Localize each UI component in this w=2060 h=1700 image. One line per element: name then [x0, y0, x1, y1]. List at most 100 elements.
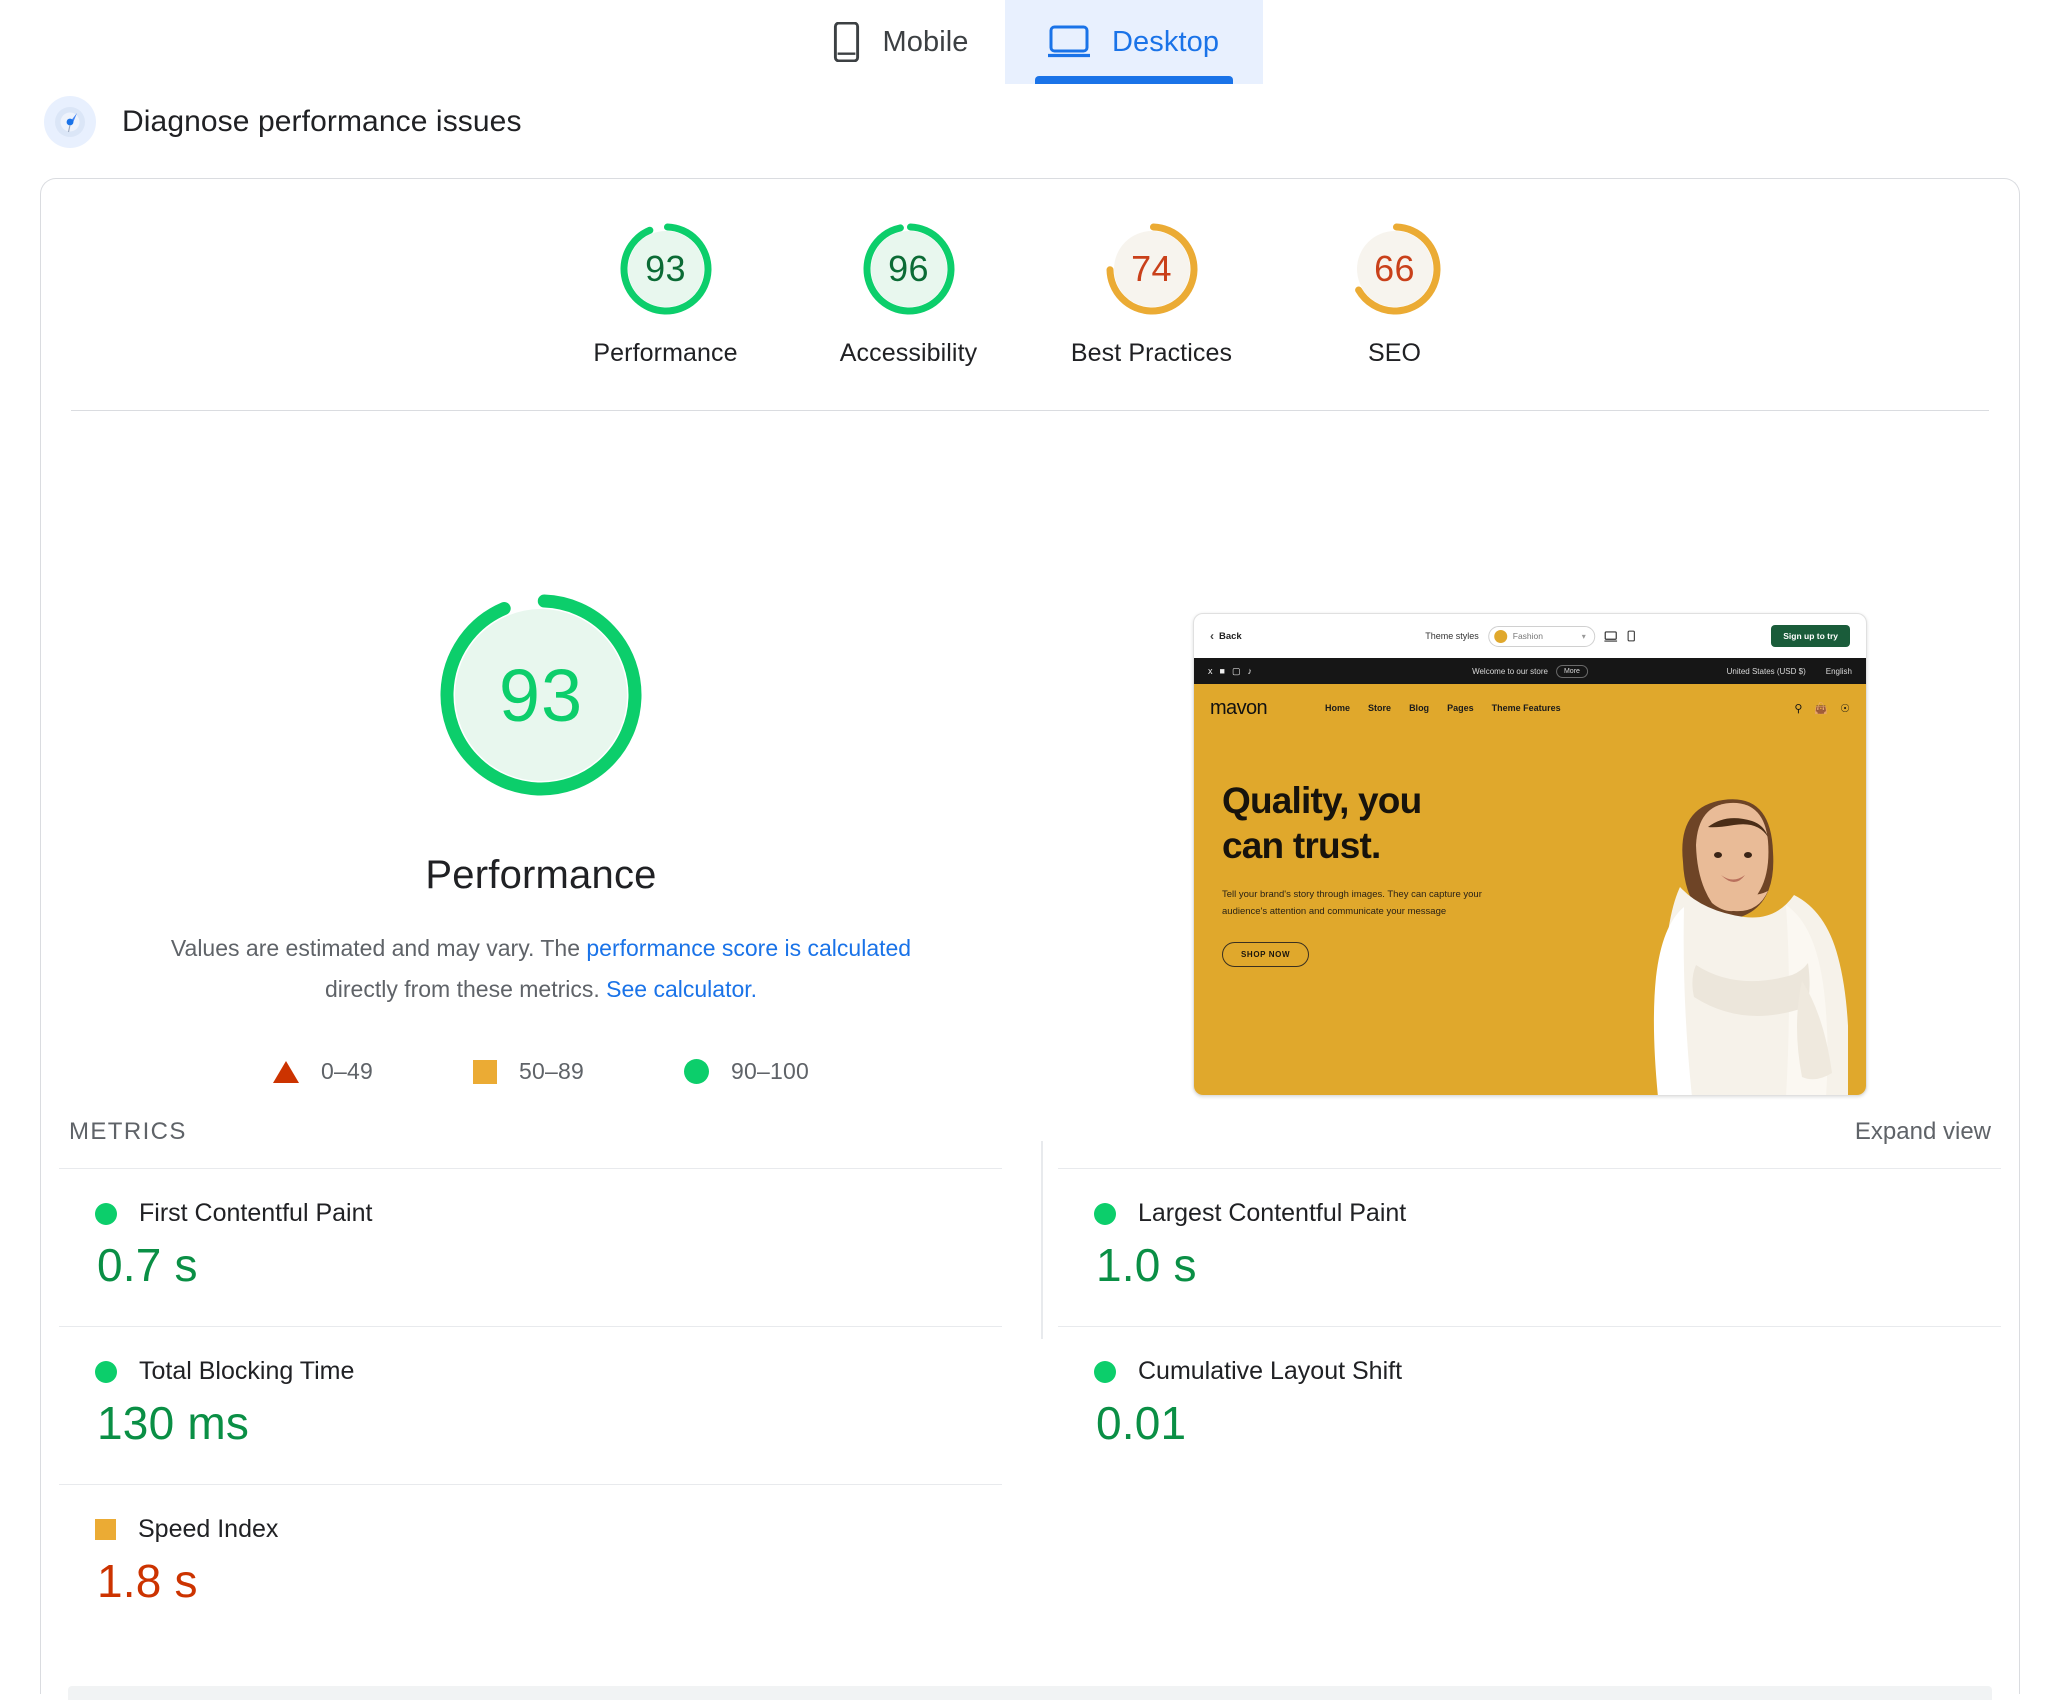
- performance-score-calculated-link[interactable]: performance score is calculated: [586, 935, 911, 961]
- chevron-left-icon: ‹: [1210, 629, 1214, 643]
- metric-value: 130 ms: [97, 1397, 250, 1449]
- score-gauge-best-practices[interactable]: 74 Best Practices: [1030, 217, 1273, 368]
- triangle-icon: [273, 1060, 300, 1083]
- metric-largest-contentful-paint[interactable]: Largest Contentful Paint 1.0 s: [1058, 1168, 2001, 1326]
- tab-active-indicator: [1034, 76, 1233, 84]
- screenshot-social-icons: x ■ ▢ ♪: [1208, 666, 1252, 677]
- metric-cumulative-layout-shift[interactable]: Cumulative Layout Shift 0.01: [1058, 1326, 2001, 1484]
- performance-gauge-large: 93: [425, 579, 657, 811]
- square-icon: [473, 1059, 498, 1084]
- metric-label: Largest Contentful Paint: [1138, 1199, 1407, 1227]
- circle-icon: [1094, 1202, 1116, 1225]
- search-icon: ⚲: [1794, 702, 1803, 715]
- gauge-value-performance: 93: [645, 248, 686, 289]
- metric-value: 0.01: [1096, 1397, 1187, 1449]
- screenshot-hero-title: Quality, you can trust.: [1222, 778, 1552, 868]
- score-disclaimer: Values are estimated and may vary. The p…: [141, 928, 941, 1010]
- metric-total-blocking-time[interactable]: Total Blocking Time 130 ms: [59, 1326, 1002, 1484]
- metric-value: 1.8 s: [97, 1555, 198, 1607]
- account-icon: ☉: [1840, 702, 1850, 715]
- screenshot-hero: Quality, you can trust. Tell your brand'…: [1194, 732, 1866, 1095]
- legend-label-poor: 0–49: [321, 1058, 374, 1084]
- screenshot-site-nav: mavon Home Store Blog Pages Theme Featur…: [1194, 684, 1866, 732]
- screenshot-locale-controls: United States (USD $) English: [1727, 667, 1852, 676]
- legend-label-average: 50–89: [519, 1058, 584, 1084]
- screenshot-nav-item-home: Home: [1325, 703, 1351, 713]
- screenshot-currency: United States (USD $): [1726, 666, 1806, 676]
- screenshot-theme-toolbar: ‹ Back Theme styles Fashion ▾ Sign up to…: [1194, 614, 1866, 658]
- tab-desktop[interactable]: Desktop: [1004, 0, 1263, 84]
- metric-value: 1.0 s: [1096, 1239, 1197, 1291]
- score-gauge-seo[interactable]: 66 SEO: [1273, 217, 1516, 368]
- screenshot-announcement-bar: x ■ ▢ ♪ Welcome to our store More United…: [1194, 658, 1866, 684]
- screenshot-logo-light: on: [1245, 696, 1268, 719]
- metric-label: Speed Index: [138, 1515, 279, 1543]
- score-gauge-accessibility[interactable]: 96 Accessibility: [787, 217, 1030, 368]
- x-twitter-icon: x: [1208, 666, 1213, 676]
- form-factor-tabs: Mobile Desktop: [0, 0, 2060, 84]
- metric-label: First Contentful Paint: [139, 1199, 373, 1227]
- screenshot-hero-title-line1: Quality, you: [1222, 780, 1422, 821]
- cart-icon: 👜: [1814, 702, 1829, 715]
- mobile-preview-icon: [1627, 630, 1635, 642]
- screenshot-nav-item-blog: Blog: [1409, 703, 1430, 713]
- metric-header: Total Blocking Time: [95, 1357, 1002, 1386]
- screenshot-nav-menu: Home Store Blog Pages Theme Features: [1325, 703, 1561, 713]
- screenshot-back-button: ‹ Back: [1210, 630, 1242, 642]
- gauge-label-performance: Performance: [593, 339, 738, 367]
- performance-detail-column: 93 Performance Values are estimated and …: [41, 411, 1041, 1096]
- metric-header: Speed Index: [95, 1515, 1002, 1544]
- square-icon: [95, 1519, 116, 1540]
- screenshot-theme-styles-label: Theme styles: [1425, 631, 1479, 641]
- metric-label: Cumulative Layout Shift: [1138, 1357, 1403, 1385]
- legend-label-good: 90–100: [730, 1058, 809, 1084]
- next-section-strip: [68, 1686, 1992, 1700]
- circle-icon: [1094, 1360, 1116, 1383]
- report-body: 93 Performance Values are estimated and …: [41, 411, 2019, 1339]
- screenshot-nav-item-theme-features: Theme Features: [1491, 703, 1561, 713]
- circle-icon: [683, 1059, 709, 1084]
- desktop-preview-icon: [1603, 630, 1617, 642]
- color-swatch-icon: [1493, 629, 1507, 643]
- screenshot-hero-title-line2: can trust.: [1222, 825, 1381, 866]
- screenshot-signup-button: Sign up to try: [1771, 625, 1850, 647]
- tab-desktop-label: Desktop: [1111, 25, 1220, 58]
- metric-first-contentful-paint[interactable]: First Contentful Paint 0.7 s: [59, 1168, 1002, 1326]
- page-screenshot-thumbnail[interactable]: ‹ Back Theme styles Fashion ▾ Sign up to…: [1193, 613, 1867, 1096]
- metric-speed-index[interactable]: Speed Index 1.8 s: [59, 1484, 1002, 1642]
- tab-mobile[interactable]: Mobile: [797, 0, 1004, 84]
- see-calculator-link[interactable]: See calculator.: [606, 976, 757, 1002]
- column-divider: [1041, 1141, 1043, 1339]
- facebook-icon: ■: [1219, 666, 1225, 676]
- screenshot-hero-model-image: [1653, 799, 1848, 1095]
- gauge-label-best-practices: Best Practices: [1070, 339, 1233, 367]
- lighthouse-icon: [44, 96, 96, 148]
- metric-header: First Contentful Paint: [95, 1199, 1002, 1228]
- metrics-header: METRICS Expand view: [41, 1118, 2019, 1146]
- screenshot-theme-controls: Theme styles Fashion ▾: [1425, 625, 1635, 647]
- gauge-value-accessibility: 96: [888, 248, 929, 289]
- legend-item-poor: 0–49: [273, 1058, 373, 1085]
- metric-header: Cumulative Layout Shift: [1094, 1357, 2001, 1386]
- circle-icon: [95, 1202, 117, 1225]
- score-gauge-performance[interactable]: 93 Performance: [544, 217, 787, 368]
- screenshot-theme-select: Fashion ▾: [1487, 625, 1595, 647]
- metric-placeholder: [1058, 1484, 2001, 1642]
- screenshot-announcement-more: More: [1555, 664, 1588, 678]
- screenshot-announcement-text: Welcome to our store: [1472, 666, 1548, 676]
- screenshot-hero-paragraph: Tell your brand's story through images. …: [1222, 889, 1482, 917]
- gauge-value-seo: 66: [1374, 248, 1415, 289]
- gauge-ring-best-practices: 74: [1100, 217, 1204, 321]
- performance-gauge-value: 93: [498, 653, 584, 737]
- screenshot-theme-selected: Fashion: [1512, 631, 1544, 641]
- expand-view-button[interactable]: Expand view: [1855, 1118, 1991, 1146]
- screenshot-language: English: [1825, 666, 1852, 676]
- gauge-label-seo: SEO: [1367, 339, 1422, 367]
- score-legend: 0–49 50–89 90–100: [273, 1058, 809, 1085]
- gauge-ring-performance: 93: [614, 217, 718, 321]
- mobile-phone-icon: [833, 22, 860, 62]
- screenshot-logo: mavon: [1210, 696, 1268, 720]
- pagespeed-insights-report: Mobile Desktop Diagnose performance issu…: [0, 0, 2060, 1700]
- screenshot-nav-icons: ⚲ 👜 ☉: [1794, 702, 1850, 715]
- chevron-down-icon: ▾: [1581, 631, 1586, 641]
